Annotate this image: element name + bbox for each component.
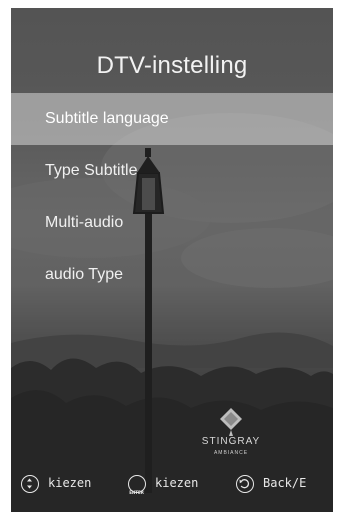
enter-icon-text: ENTER	[129, 489, 144, 495]
enter-icon: ENTER	[128, 474, 146, 495]
key-hint-bar: kiezen ENTER kiezen Back/E	[11, 470, 333, 496]
logo-subtext: AMBIANCE	[213, 450, 249, 456]
hint-enter: ENTER kiezen	[128, 470, 198, 496]
menu-item-multi-audio[interactable]: Multi-audio	[11, 197, 333, 249]
logo-text: STINGRAY	[201, 436, 261, 447]
back-icon	[236, 474, 254, 493]
up-down-icon	[21, 474, 39, 493]
stingray-logo: STINGRAY AMBIANCE	[196, 406, 266, 466]
menu-item-audio-type[interactable]: audio Type	[11, 249, 333, 301]
hint-navigate: kiezen	[21, 470, 91, 496]
hint-back: Back/E	[236, 470, 306, 496]
tv-screen: DTV-instelling Subtitle language Type Su…	[11, 8, 333, 512]
stingray-mark-icon	[220, 408, 242, 436]
page-title: DTV-instelling	[96, 52, 248, 79]
menu-item-subtitle-language[interactable]: Subtitle language	[11, 93, 333, 145]
hint-enter-label: kiezen	[155, 476, 199, 490]
hint-back-label: Back/E	[263, 476, 307, 490]
settings-menu: Subtitle language Type Subtitle Multi-au…	[11, 93, 333, 301]
hint-navigate-label: kiezen	[48, 476, 92, 490]
menu-item-type-subtitle[interactable]: Type Subtitle	[11, 145, 333, 197]
